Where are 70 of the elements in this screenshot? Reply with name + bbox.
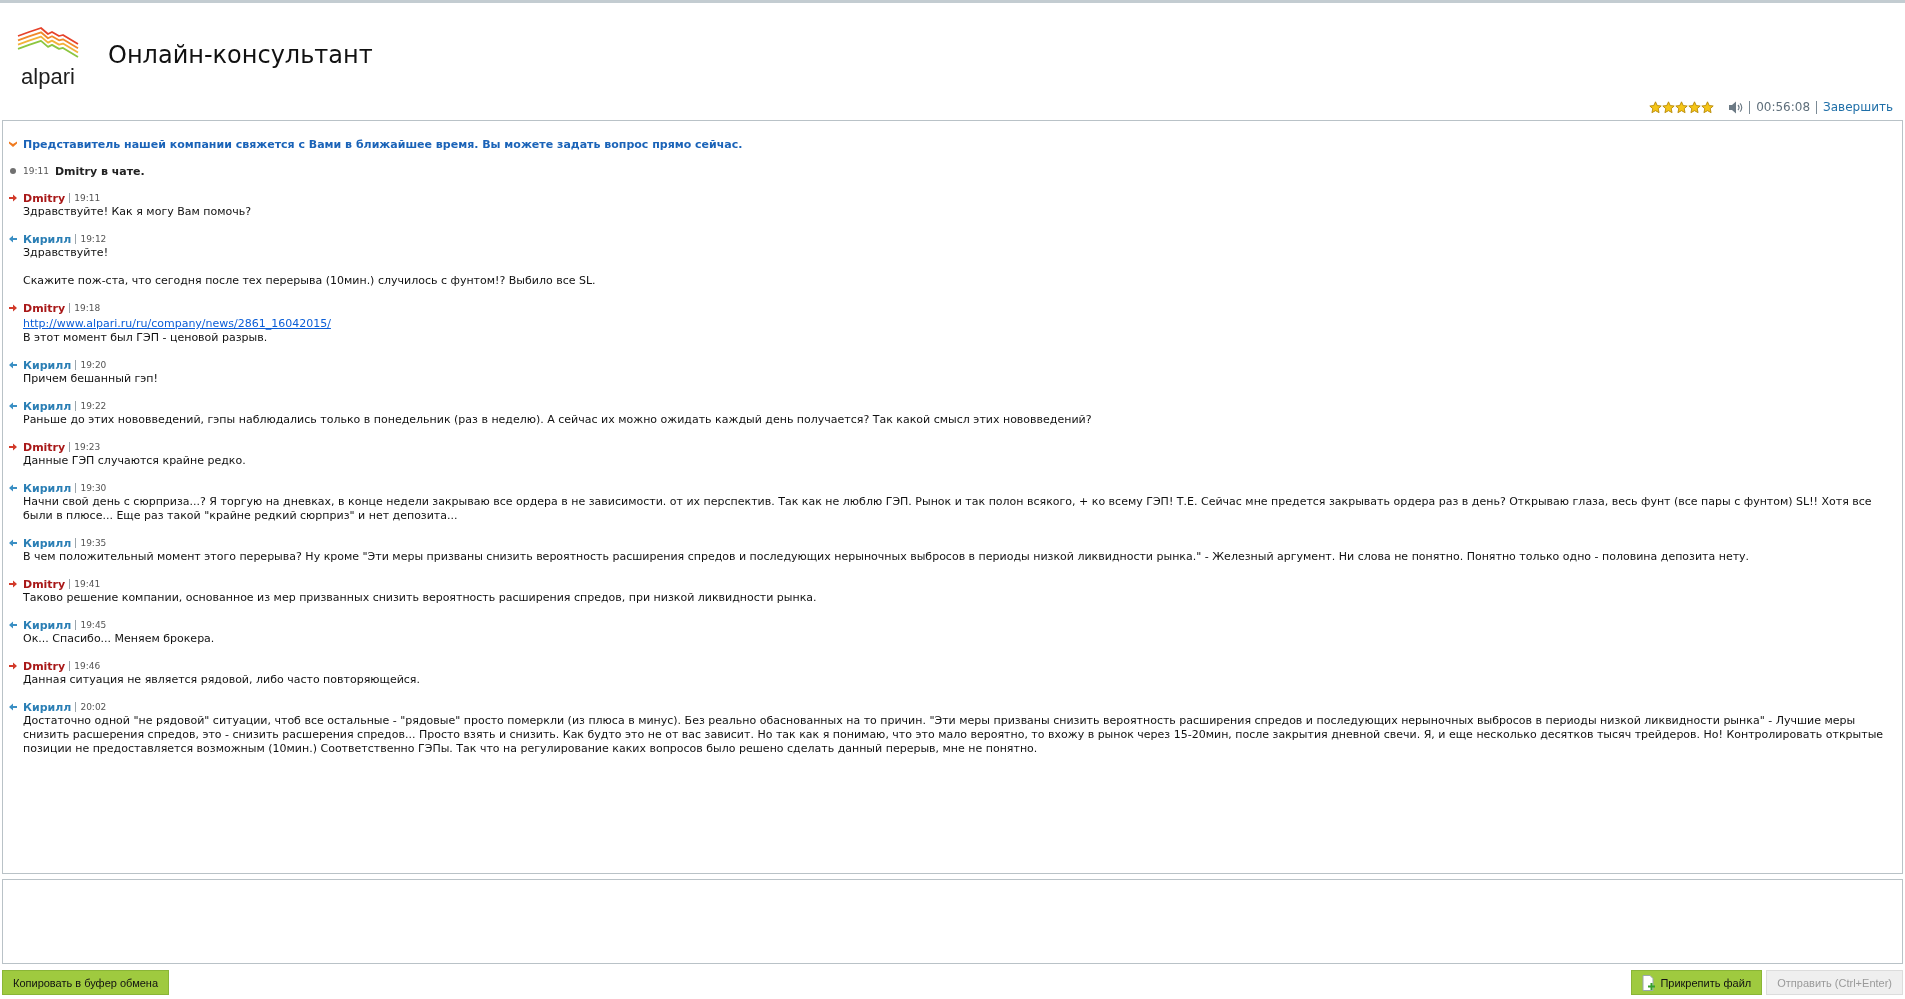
message-input[interactable] [2, 879, 1903, 964]
message-link[interactable]: http://www.alpari.ru/ru/company/news/2861_16042015/ [23, 317, 331, 330]
arrow-left-icon [9, 539, 17, 547]
message-time: 19:22 [80, 401, 107, 411]
star-icon[interactable] [1649, 100, 1663, 114]
message-time: 19:45 [80, 620, 107, 630]
speaker-icon[interactable] [1728, 100, 1744, 114]
chat-timer: 00:56:08 [1756, 100, 1811, 114]
message-text: Здравствуйте! Как я могу Вам помочь? [23, 205, 251, 219]
star-icon[interactable] [1688, 100, 1702, 114]
arrow-right-icon [9, 662, 17, 670]
logo-text: alpari [21, 65, 75, 88]
arrow-right-icon [9, 580, 17, 588]
author-name: Кирилл [23, 358, 72, 372]
message-time: 20:02 [80, 702, 107, 712]
system-message: Dmitry в чате. [54, 164, 145, 178]
message-time: 19:23 [74, 442, 101, 452]
zigzag-lines-icon [17, 26, 79, 58]
message-text: В чем положительный момент этого перерыва? Ну кроме "Эти меры призваны снизить вероятность расширения спредов и последующих нерыночных выбросов в периоды низкой ликвидности рынка." - Железный аргумент. Ни слова не понятно. Понятно только одно - половина депозита нету. [23, 550, 1750, 564]
arrow-left-icon [9, 235, 17, 243]
author-name: Dmitry [23, 659, 66, 673]
status-dot-icon [10, 168, 16, 174]
arrow-right-icon [9, 304, 17, 312]
message-text: Начни свой день с сюрприза...? Я торгую на дневках, в конце недели закрываю все ордера в не зависимости. от их перспектив. Так как не люблю ГЭП. Рынок и так полон всякого, + ко всему ГЭП! Т.Е. Сейчас мне предется закрывать ордера раз в день? Открываю глаза, весь фунт (все пары с фунтом) SL!! Хотя все были в плюсе... Еще раз такой "крайне редкий сюрприз" и нет депозита... [23, 495, 1873, 523]
message-text: Данная ситуация не является рядовой, либо часто повторяющейся. [23, 673, 420, 687]
message-text: Данные ГЭП случаются крайне редко. [23, 454, 246, 468]
message-time: 19:41 [74, 579, 101, 589]
message-time: 19:11 [74, 193, 101, 203]
copy-button[interactable]: Копировать в буфер обмена [2, 970, 169, 995]
author-name: Dmitry [23, 191, 66, 205]
author-name: Dmitry [23, 440, 66, 454]
message-time: 19:20 [80, 360, 107, 370]
author-name: Кирилл [23, 536, 72, 550]
attach-file-button[interactable]: Прикрепить файл [1631, 970, 1763, 995]
page-title: Онлайн-консультант [108, 41, 373, 69]
end-chat-link[interactable]: Завершить [1823, 100, 1893, 114]
notice-text: Представитель нашей компании свяжется с Вами в ближайшее время. Вы можете задать вопрос прямо сейчас. [23, 137, 743, 151]
message-text: Таково решение компании, основанное из мер призванных снизить вероятность расширения спредов, при низкой ликвидности рынка. [23, 591, 817, 605]
arrow-left-icon [9, 703, 17, 711]
author-name: Кирилл [23, 700, 72, 714]
arrow-right-icon [9, 194, 17, 202]
arrow-left-icon [9, 621, 17, 629]
message-time: 19:11 [23, 166, 49, 176]
message-time: 19:18 [74, 303, 101, 313]
file-plus-icon [1642, 974, 1657, 991]
author-name: Dmitry [23, 301, 66, 315]
author-name: Кирилл [23, 618, 72, 632]
message-text: В этот момент был ГЭП - ценовой разрыв. [23, 331, 268, 345]
arrow-right-icon [9, 443, 17, 451]
message-text: Скажите пож-ста, что сегодня после тех перерыва (10мин.) случилось с фунтом!? Выбило все SL. [23, 274, 596, 288]
star-icon[interactable] [1701, 100, 1715, 114]
author-name: Dmitry [23, 577, 66, 591]
message-time: 19:12 [80, 234, 107, 244]
arrow-left-icon [9, 361, 17, 369]
message-text: Ок... Спасибо... Меняем брокера. [23, 632, 215, 646]
star-icon[interactable] [1662, 100, 1676, 114]
message-text: Здравствуйте! [23, 246, 109, 260]
author-name: Кирилл [23, 232, 72, 246]
message-text: Причем бешанный гэп! [23, 372, 158, 386]
author-name: Кирилл [23, 481, 72, 495]
message-time: 19:30 [80, 483, 107, 493]
star-icon[interactable] [1675, 100, 1689, 114]
message-time: 19:46 [74, 661, 101, 671]
message-text: Раньше до этих нововведений, гэпы наблюдались только в понедельник (раз в неделю). А сейчас их можно ожидать каждый день получается? Так какой смысл этих нововведений? [23, 413, 1092, 427]
author-name: Кирилл [23, 399, 72, 413]
arrow-left-icon [9, 402, 17, 410]
arrow-left-icon [9, 484, 17, 492]
message-time: 19:35 [80, 538, 107, 548]
chevron-down-icon [9, 141, 17, 147]
message-text: Достаточно одной "не рядовой" ситуации, чтоб все остальные - "рядовые" просто померкли (из плюса в минус). Без реально обаснованных на то причин. "Эти меры призваны снизить вероятность расширения спредов и последующих нерыночных выбросов в периоды низкой ликвидности рынка" - Лучшие меры снизить расшерения спредов, это - снизить расшерения спредов... Просто взять и снизить. Как будто это не от вас зависит. Но так как я понимаю, что это мало вероятно, то вхожу в рынок через 15-20мин, после закрытия дневной свечи. Я, и еще несколько десятков тысяч трейдеров. Но! Контролировать открытые позиции не предоставляется возможным (10мин.) Соответственно ГЭПы. Так что на регулирование каких вопросов было решено сделать данный перерыв, мне не понятно. [23, 714, 1885, 756]
